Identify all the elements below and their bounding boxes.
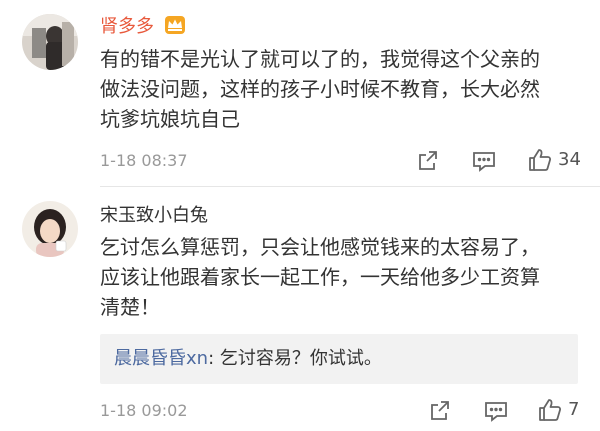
share-icon[interactable] — [426, 397, 454, 425]
avatar[interactable] — [22, 14, 78, 70]
reply-separator: : — [208, 348, 220, 369]
username-text[interactable]: 肾多多 — [100, 16, 154, 37]
share-icon[interactable] — [414, 147, 442, 175]
comment-item: 肾多多 有的错不是光认了就可以了的，我觉得这个父亲的 做法没问题，这样的孩子小时… — [0, 0, 600, 187]
reply-box[interactable]: 晨晨昏昏xn: 乞讨容易？你试试。 — [100, 334, 578, 384]
comment-text: 有的错不是光认了就可以了的，我觉得这个父亲的 做法没问题，这样的孩子小时候不教育… — [100, 44, 580, 134]
comment-icon[interactable] — [482, 397, 510, 425]
avatar[interactable] — [22, 201, 78, 257]
username[interactable]: 宋玉致小白兔 — [100, 201, 208, 227]
vip-crown-icon — [164, 15, 186, 40]
comment-text: 乞讨怎么算惩罚，只会让他感觉钱来的太容易了， 应该让他跟着家长一起工作，一天给他… — [100, 232, 580, 322]
comment-text-line: 有的错不是光认了就可以了的，我觉得这个父亲的 — [100, 47, 540, 71]
like-count: 34 — [558, 149, 581, 170]
comment-text-line: 应该让他跟着家长一起工作，一天给他多少工资算 — [100, 265, 540, 289]
timestamp: 1-18 08:37 — [100, 151, 188, 170]
like-count: 7 — [568, 399, 580, 420]
comment-text-line: 清楚！ — [100, 295, 160, 319]
comment-text-line: 做法没问题，这样的孩子小时候不教育，长大必然 — [100, 77, 540, 101]
like-icon[interactable] — [526, 146, 554, 174]
username-text[interactable]: 宋玉致小白兔 — [100, 205, 208, 226]
reply-text: 乞讨容易？你试试。 — [219, 348, 382, 369]
username[interactable]: 肾多多 — [100, 12, 186, 40]
comment-text-line: 坑爹坑娘坑自己 — [100, 107, 240, 131]
like-icon[interactable] — [536, 396, 564, 424]
comment-text-line: 乞讨怎么算惩罚，只会让他感觉钱来的太容易了， — [100, 235, 540, 259]
timestamp: 1-18 09:02 — [100, 401, 188, 420]
comment-icon[interactable] — [470, 147, 498, 175]
reply-username[interactable]: 晨晨昏昏xn — [114, 348, 208, 369]
comment-item: 宋玉致小白兔 乞讨怎么算惩罚，只会让他感觉钱来的太容易了， 应该让他跟着家长一起… — [0, 187, 600, 431]
